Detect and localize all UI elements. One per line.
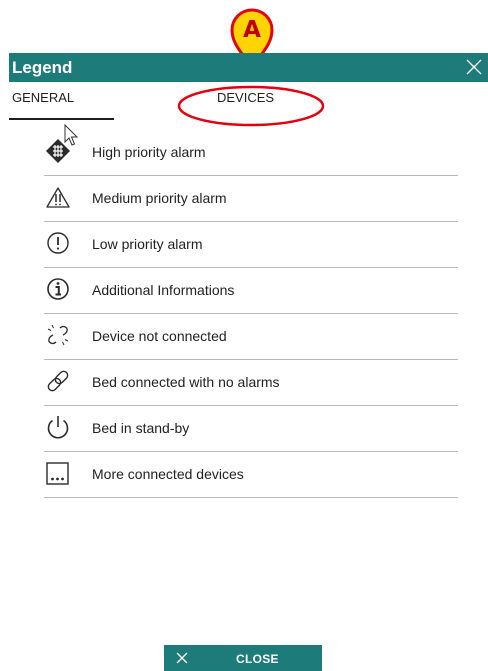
legend-item-high-priority: High priority alarm (44, 130, 458, 176)
marker-letter: A (243, 17, 261, 43)
legend-item-low-priority: Low priority alarm (44, 222, 458, 268)
legend-label: Bed in stand-by (92, 420, 190, 436)
dialog-title: Legend (12, 58, 73, 77)
legend-item-bed-standby: Bed in stand-by (44, 406, 458, 452)
active-tab-indicator (9, 118, 114, 120)
close-button[interactable]: CLOSE (164, 645, 322, 671)
legend-label: Medium priority alarm (92, 190, 227, 206)
mouse-cursor-icon (64, 124, 79, 146)
legend-item-more-devices: More connected devices (44, 452, 458, 498)
close-icon (176, 652, 188, 664)
annotation-ellipse (177, 85, 325, 127)
power-icon (44, 413, 72, 441)
legend-item-additional-info: Additional Informations (44, 268, 458, 314)
legend-label: More connected devices (92, 466, 244, 482)
legend-item-device-not-connected: Device not connected (44, 314, 458, 360)
legend-label: Additional Informations (92, 282, 235, 298)
close-icon[interactable] (464, 57, 484, 77)
medium-priority-alarm-icon (44, 183, 72, 211)
more-devices-icon (44, 459, 72, 487)
legend-label: Bed connected with no alarms (92, 374, 280, 390)
broken-link-icon (44, 321, 72, 349)
info-icon (44, 275, 72, 303)
legend-label: Low priority alarm (92, 236, 203, 252)
low-priority-alarm-icon (44, 229, 72, 257)
legend-label: High priority alarm (92, 144, 206, 160)
tab-general[interactable]: GENERAL (12, 90, 74, 105)
dialog-titlebar: Legend (9, 53, 488, 82)
legend-item-bed-connected: Bed connected with no alarms (44, 360, 458, 406)
legend-list: High priority alarm Medium priority alar… (44, 130, 458, 498)
legend-label: Device not connected (92, 328, 227, 344)
link-icon (44, 367, 72, 395)
legend-item-medium-priority: Medium priority alarm (44, 176, 458, 222)
close-button-label: CLOSE (236, 652, 279, 666)
